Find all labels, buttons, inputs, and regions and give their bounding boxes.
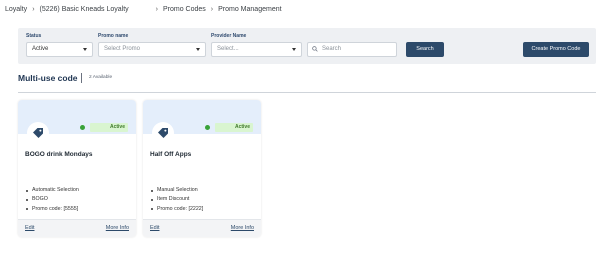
tag-icon [33, 128, 43, 138]
promo-name-select[interactable]: Select Promo [98, 42, 206, 57]
status-select-value: Active [32, 46, 49, 52]
list-item: Promo code: [2222] [150, 205, 203, 214]
breadcrumb-separator: › [32, 5, 35, 13]
provider-name-label: Provider Name [211, 33, 247, 39]
search-icon [312, 46, 318, 52]
chevron-down-icon [83, 48, 87, 51]
tag-icon [158, 128, 168, 138]
list-item: Automatic Selection [25, 186, 79, 195]
tag-icon-badge [27, 122, 49, 144]
status-badge: Active [80, 123, 128, 132]
more-info-link[interactable]: More Info [231, 225, 254, 231]
filter-panel: Status Active Promo name Select Promo Pr… [18, 28, 596, 64]
list-item: Promo code: [5555] [25, 205, 79, 214]
list-item: Item Discount [150, 195, 203, 204]
card-footer: Edit More Info [18, 219, 136, 237]
card-details: Manual Selection Item Discount Promo cod… [150, 186, 203, 214]
breadcrumb-loyalty[interactable]: Loyalty [5, 6, 27, 13]
status-dot [80, 125, 85, 130]
edit-link[interactable]: Edit [150, 225, 159, 231]
search-button[interactable]: Search [406, 42, 444, 57]
search-input[interactable]: Search [307, 42, 397, 57]
promo-card: Active BOGO drink Mondays Automatic Sele… [18, 100, 136, 237]
breadcrumb-program[interactable]: (5226) Basic Kneads Loyalty [40, 6, 129, 13]
status-text: Active [109, 124, 125, 130]
list-item: BOGO [25, 195, 79, 204]
promo-name-placeholder: Select Promo [104, 46, 141, 52]
status-dot [205, 125, 210, 130]
tag-icon-badge [152, 122, 174, 144]
status-badge: Active [205, 123, 253, 132]
card-title: Half Off Apps [150, 151, 192, 158]
search-placeholder: Search [322, 46, 342, 52]
breadcrumb-separator: › [155, 5, 158, 13]
promo-card: Active Half Off Apps Manual Selection It… [143, 100, 261, 237]
section-rule [18, 92, 596, 93]
provider-name-placeholder: Select... [217, 46, 239, 52]
edit-link[interactable]: Edit [25, 225, 34, 231]
breadcrumb-promo-codes[interactable]: Promo Codes [163, 6, 206, 13]
list-item: Manual Selection [150, 186, 203, 195]
breadcrumb-separator: › [210, 5, 214, 13]
chevron-down-icon [292, 48, 296, 51]
provider-name-select[interactable]: Select... [211, 42, 302, 57]
chevron-down-icon [196, 48, 200, 51]
status-label: Status [26, 33, 42, 39]
card-footer: Edit More Info [143, 219, 261, 237]
available-count: 2 Available [89, 75, 113, 80]
section-title: Multi-use code [18, 73, 78, 83]
promo-name-label: Promo name [98, 33, 129, 39]
breadcrumb: Loyalty › (5226) Basic Kneads Loyalty › … [5, 4, 282, 14]
more-info-link[interactable]: More Info [106, 225, 129, 231]
breadcrumb-promo-management: Promo Management [218, 5, 282, 13]
create-promo-code-button[interactable]: Create Promo Code [523, 42, 589, 57]
section-divider [81, 73, 82, 83]
status-select[interactable]: Active [26, 42, 93, 57]
card-details: Automatic Selection BOGO Promo code: [55… [25, 186, 79, 214]
status-text: Active [234, 124, 250, 130]
card-title: BOGO drink Mondays [25, 151, 93, 158]
